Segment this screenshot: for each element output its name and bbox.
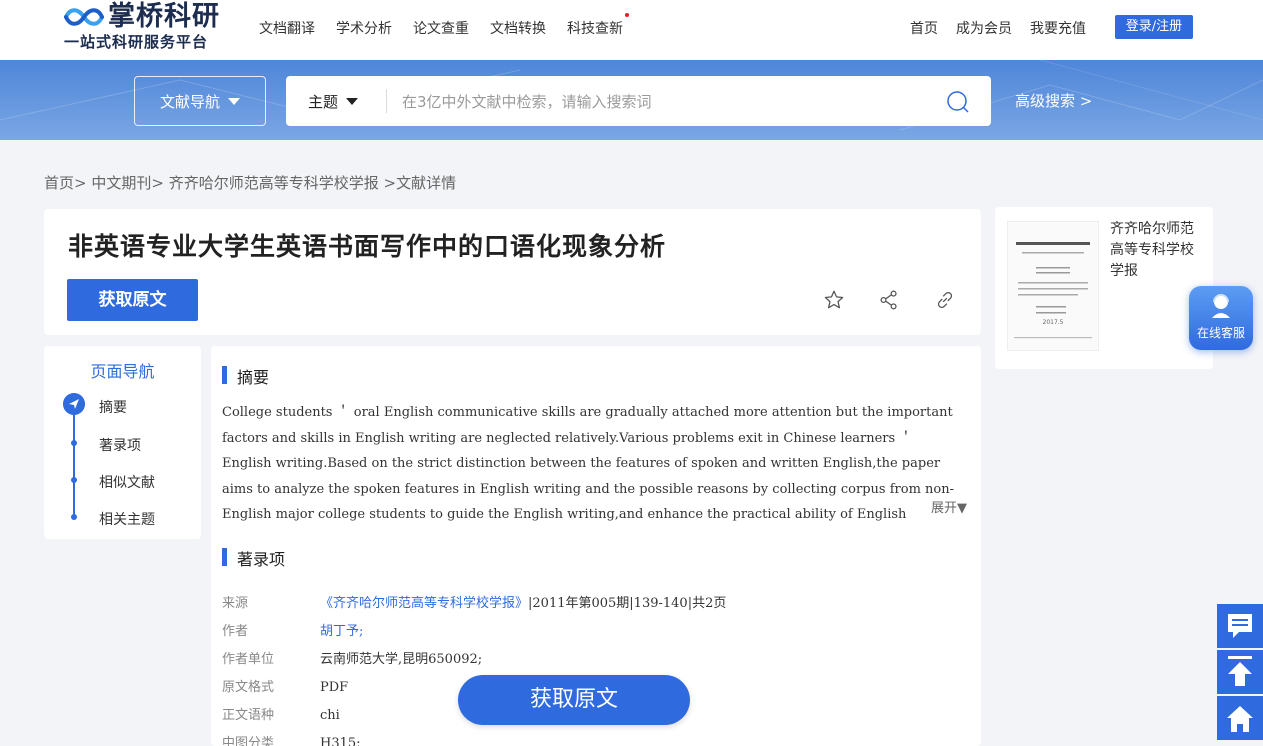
record-key: 来源 — [222, 596, 249, 611]
journal-cover-image[interactable]: 2017.5 — [1007, 221, 1099, 351]
cover-year: 2017.5 — [1043, 319, 1064, 326]
record-key: 正文语种 — [222, 708, 275, 723]
journal-card: 2017.5 齐齐哈尔师范高等专科学校学报 — [995, 207, 1213, 369]
link-icon[interactable] — [934, 289, 956, 311]
page-navigation-line — [73, 408, 75, 518]
record-value: PDF — [320, 680, 349, 695]
infinity-logo-icon — [64, 8, 104, 26]
breadcrumb-chinese-journals[interactable]: 中文期刊> — [91, 174, 164, 192]
record-row-source: 来源 《齐齐哈尔师范高等专科学校学报》|2011年第005期|139-140|共2… — [222, 592, 726, 611]
page-nav-dot — [71, 477, 77, 483]
expand-abstract-button[interactable]: 展开▼ — [927, 497, 967, 516]
search-box: 主题 — [286, 76, 991, 128]
active-location-icon — [63, 393, 85, 415]
search-field-select[interactable]: 主题 — [308, 76, 359, 126]
brand-logo[interactable]: 掌桥科研 一站式科研服务平台 — [62, 2, 220, 52]
search-input[interactable] — [400, 76, 924, 128]
customer-service-icon — [1212, 294, 1230, 318]
caret-down-icon — [228, 97, 240, 105]
floating-get-fulltext-button[interactable]: 获取原文 — [458, 675, 690, 725]
breadcrumb-home[interactable]: 首页> — [44, 174, 87, 192]
home-button[interactable] — [1217, 696, 1263, 740]
page-nav-dot — [71, 440, 77, 446]
nav-novelty-search-label: 科技查新 — [567, 21, 623, 37]
record-row-affiliation: 作者单位 云南师范大学,昆明650092; — [222, 648, 482, 667]
back-to-top-icon — [1228, 656, 1252, 686]
user-nav: 首页 成为会员 我要充值 — [910, 18, 1104, 38]
search-field-label: 主题 — [308, 92, 339, 111]
record-key: 原文格式 — [222, 680, 275, 695]
star-icon[interactable] — [823, 289, 845, 311]
page-nav-related-topics[interactable]: 相关主题 — [99, 509, 155, 529]
home-icon — [1227, 706, 1253, 732]
breadcrumb-journal[interactable]: 齐齐哈尔师范高等专科学校学报 — [169, 174, 379, 192]
nav-academic-analysis[interactable]: 学术分析 — [336, 18, 392, 38]
nav-plagiarism-check[interactable]: 论文查重 — [413, 18, 469, 38]
brand-name: 掌桥科研 — [108, 1, 220, 32]
online-service-label: 在线客服 — [1196, 326, 1245, 340]
nav-document-conversion[interactable]: 文档转换 — [490, 18, 546, 38]
back-to-top-button[interactable] — [1217, 650, 1263, 694]
record-row-format: 原文格式 PDF — [222, 676, 348, 695]
record-heading: 著录项 — [222, 546, 285, 570]
nav-document-translation[interactable]: 文档翻译 — [259, 18, 315, 38]
share-icon[interactable] — [878, 289, 900, 311]
top-header: 掌桥科研 一站式科研服务平台 文档翻译 学术分析 论文查重 文档转换 科技查新 … — [0, 0, 1263, 61]
literature-navigation-label: 文献导航 — [159, 92, 220, 111]
journal-name-link[interactable]: 齐齐哈尔师范高等专科学校学报 — [1110, 219, 1202, 282]
document-title-card: 非英语专业大学生英语书面写作中的口语化现象分析 获取原文 — [44, 209, 981, 335]
page-navigation: 页面导航 摘要 著录项 相似文献 相关主题 — [44, 346, 201, 539]
record-value: H315; — [320, 736, 361, 746]
page-navigation-title: 页面导航 — [90, 362, 155, 381]
record-value: 云南师范大学,昆明650092; — [320, 652, 483, 667]
login-register-button[interactable]: 登录/注册 — [1115, 15, 1193, 39]
record-key: 作者单位 — [222, 652, 275, 667]
page-nav-abstract[interactable]: 摘要 — [99, 397, 127, 417]
feedback-button[interactable] — [1217, 604, 1263, 648]
nav-membership[interactable]: 成为会员 — [956, 18, 1012, 38]
nav-home[interactable]: 首页 — [910, 18, 938, 38]
record-source-details: |2011年第005期|139-140|共2页 — [528, 596, 727, 611]
author-link[interactable]: 胡丁予; — [320, 624, 363, 639]
search-divider — [386, 89, 387, 113]
advanced-search-link[interactable]: 高级搜索 > — [1015, 90, 1092, 111]
journal-cover-drawing: 2017.5 — [1014, 242, 1092, 339]
brand-slogan: 一站式科研服务平台 — [64, 33, 209, 51]
page-nav-similar[interactable]: 相似文献 — [99, 472, 155, 492]
record-row-language: 正文语种 chi — [222, 704, 340, 723]
online-service-button[interactable]: 在线客服 — [1189, 286, 1253, 350]
record-row-classification: 中图分类 H315; — [222, 732, 361, 746]
record-key: 中图分类 — [222, 736, 275, 746]
document-title: 非英语专业大学生英语书面写作中的口语化现象分析 — [68, 232, 667, 261]
page-nav-dot — [71, 514, 77, 520]
abstract-heading: 摘要 — [222, 364, 269, 388]
record-key: 作者 — [222, 624, 249, 639]
caret-down-icon — [346, 97, 359, 105]
record-value: chi — [320, 708, 340, 723]
breadcrumb: 首页> 中文期刊> 齐齐哈尔师范高等专科学校学报 >文献详情 — [44, 172, 456, 193]
nav-recharge[interactable]: 我要充值 — [1030, 18, 1086, 38]
record-row-author: 作者 胡丁予; — [222, 620, 363, 639]
page-nav-record[interactable]: 著录项 — [99, 435, 141, 455]
search-icon[interactable] — [946, 90, 970, 114]
journal-source-link[interactable]: 《齐齐哈尔师范高等专科学校学报》 — [320, 596, 528, 611]
literature-navigation-dropdown[interactable]: 文献导航 — [134, 76, 266, 126]
abstract-text: College students ＇ oral English communic… — [222, 405, 954, 522]
breadcrumb-current: >文献详情 — [383, 174, 457, 192]
get-fulltext-button[interactable]: 获取原文 — [67, 279, 198, 321]
main-nav: 文档翻译 学术分析 论文查重 文档转换 科技查新 — [259, 13, 644, 38]
nav-novelty-search[interactable]: 科技查新 — [567, 13, 629, 38]
feedback-icon — [1228, 614, 1252, 638]
new-badge-dot — [625, 13, 629, 17]
search-banner: 文献导航 主题 高级搜索 > — [0, 60, 1263, 140]
